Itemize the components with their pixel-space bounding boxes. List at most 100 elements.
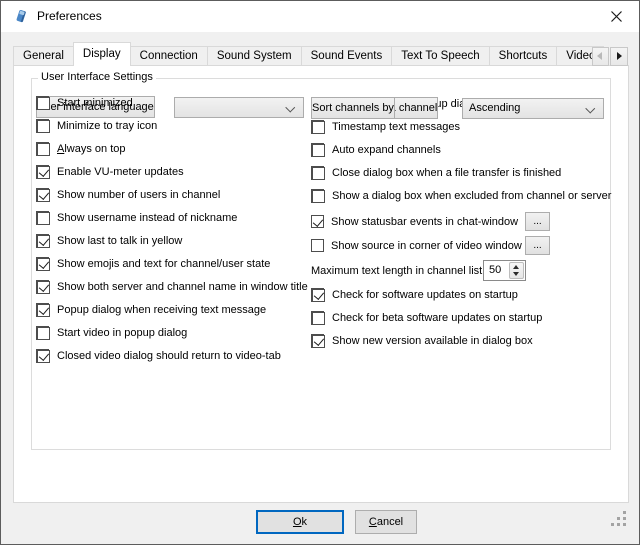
checkbox-row: Auto expand channels [311,143,324,157]
tab-bar: General Display Connection Sound System Soun… [13,42,617,66]
spin-up-button[interactable] [510,263,523,270]
checkbox-label: Show emojis and text for channel/user st… [57,258,270,270]
checkbox-label: Minimize to tray icon [57,120,157,132]
field-label: Sort channels by [312,102,394,114]
checkbox-show-statusbar-events-in-chat-window[interactable] [311,215,324,228]
checkbox-enable-vu-meter-updates[interactable] [37,166,50,179]
checkbox-label: Always on top [57,143,126,155]
checkbox-label: Closed video dialog should return to vid… [57,350,281,362]
checkbox-row: Closed video dialog should return to vid… [36,349,49,363]
spinner-value: 50 [489,264,501,276]
ok-button[interactable]: Ok [256,510,344,534]
checkbox-label: Check for beta software updates on start… [332,312,542,324]
checkbox-row: Show new version available in dialog box [311,334,324,348]
tab-label: Display [83,48,121,60]
checkbox-row: Close dialog box when a file transfer is… [311,166,324,180]
checkbox-label: Show source in corner of video window [331,240,522,252]
tab-sound-events[interactable]: Sound Events [301,46,393,66]
checkbox-label: Close dialog box when a file transfer is… [332,167,561,179]
checkbox-label: Show new version available in dialog box [332,335,533,347]
combobox-value: Ascending [469,102,520,114]
checkbox-show-a-dialog-box-when-excluded-from-channel-or-server[interactable] [312,190,325,203]
checkbox-row: Check for software updates on startup [311,288,324,302]
checkbox-minimize-to-tray-icon[interactable] [37,120,50,133]
user-interface-language-combobox[interactable] [174,97,304,118]
preferences-dialog: Preferences General Display Connection Soun… [0,0,640,545]
spin-down-button[interactable] [510,271,523,278]
checkbox-label: Show statusbar events in chat-window [331,216,518,228]
close-button[interactable] [594,1,639,31]
checkbox-closed-video-dialog-should-return-to-video-tab[interactable] [37,350,50,363]
checkbox_button-row: Show source in corner of video window... [311,236,629,255]
tab-scroll-right-button[interactable] [610,47,628,66]
checkbox-row: Popup dialog when receiving text message [36,303,49,317]
tab-shortcuts[interactable]: Shortcuts [489,46,558,66]
checkbox-label: Show both server and channel name in win… [57,281,308,293]
checkbox-popup-dialog-when-receiving-text-message[interactable] [37,304,50,317]
settings-right-column: Start desktops in popup dialogTimestamp … [311,97,629,357]
spinner-buttons [509,262,524,279]
tab-scroll-left-button[interactable] [592,47,609,66]
checkbox-start-minimized[interactable] [37,97,50,110]
checkbox-label: Show a dialog box when excluded from cha… [332,190,611,202]
checkbox-row: Minimize to tray icon [36,119,49,133]
checkbox-row: Show emojis and text for channel/user st… [36,257,49,271]
checkbox-row: Start minimized [36,96,49,110]
tab-connection[interactable]: Connection [130,46,208,66]
tab-text-to-speech[interactable]: Text To Speech [391,46,489,66]
combo-row: Sort channels byAscending [311,97,395,119]
tab-label: General [23,50,64,62]
tab-sound-system[interactable]: Sound System [207,46,302,66]
checkbox-check-for-beta-software-updates-on-startup[interactable] [312,312,325,325]
chevron-down-icon [287,104,295,112]
checkbox-row: Start video in popup dialog [36,326,49,340]
checkbox_button-row: Show statusbar events in chat-window... [311,212,629,231]
show-statusbar-events-in-chat-window-options-button[interactable]: ... [525,212,550,231]
checkbox-show-source-in-corner-of-video-window[interactable] [311,239,324,252]
checkbox-show-username-instead-of-nickname[interactable] [37,212,50,225]
checkbox-auto-expand-channels[interactable] [312,144,325,157]
checkbox-label: Show username instead of nickname [57,212,237,224]
checkbox-row: Show number of users in channel [36,188,49,202]
checkbox-row: Check for beta software updates on start… [311,311,324,325]
checkbox-row: Show both server and channel name in win… [36,280,49,294]
settings-left-column: User interface languageStart minimizedMi… [36,96,308,372]
cancel-button[interactable]: Cancel [355,510,417,534]
checkbox-label: Check for software updates on startup [332,289,518,301]
checkbox-always-on-top[interactable] [37,143,50,156]
checkbox-row: Show last to talk in yellow [36,234,49,248]
checkbox-show-new-version-available-in-dialog-box[interactable] [312,335,325,348]
field-label: Maximum text length in channel list [311,265,482,277]
tab-label: Sound System [217,50,292,62]
checkbox-check-for-software-updates-on-startup[interactable] [312,289,325,302]
sort-channels-by-combobox[interactable]: Ascending [462,98,604,119]
checkbox-close-dialog-box-when-a-file-transfer-is-finished[interactable] [312,167,325,180]
chevron-down-icon [587,105,595,113]
checkbox-label: Show number of users in channel [57,189,220,201]
tab-scroll-left-icon [597,52,602,60]
checkbox-label: Start minimized [57,97,133,109]
checkbox-label: Auto expand channels [332,144,441,156]
checkbox-row: Timestamp text messages [311,120,324,134]
titlebar[interactable]: Preferences [1,1,639,32]
maximum-text-length-in-channel-list-spinner[interactable]: 50 [483,260,526,281]
spin-down-icon [513,272,519,276]
checkbox-show-both-server-and-channel-name-in-window-title[interactable] [37,281,50,294]
window-title: Preferences [37,1,102,32]
resize-grip[interactable] [611,511,628,531]
tab-label: Shortcuts [499,50,548,62]
show-source-in-corner-of-video-window-options-button[interactable]: ... [525,236,550,255]
tab-label: Text To Speech [401,50,479,62]
tab-display[interactable]: Display [73,42,131,66]
spin-up-icon [513,265,519,269]
checkbox-show-emojis-and-text-for-channel-user-state[interactable] [37,258,50,271]
app-icon [13,8,29,24]
checkbox-label: Enable VU-meter updates [57,166,184,178]
tab-label: Connection [140,50,198,62]
checkbox-show-number-of-users-in-channel[interactable] [37,189,50,202]
checkbox-show-last-to-talk-in-yellow[interactable] [37,235,50,248]
checkbox-start-video-in-popup-dialog[interactable] [37,327,50,340]
checkbox-label: Start video in popup dialog [57,327,187,339]
checkbox-timestamp-text-messages[interactable] [312,121,325,134]
tab-general[interactable]: General [13,46,74,66]
